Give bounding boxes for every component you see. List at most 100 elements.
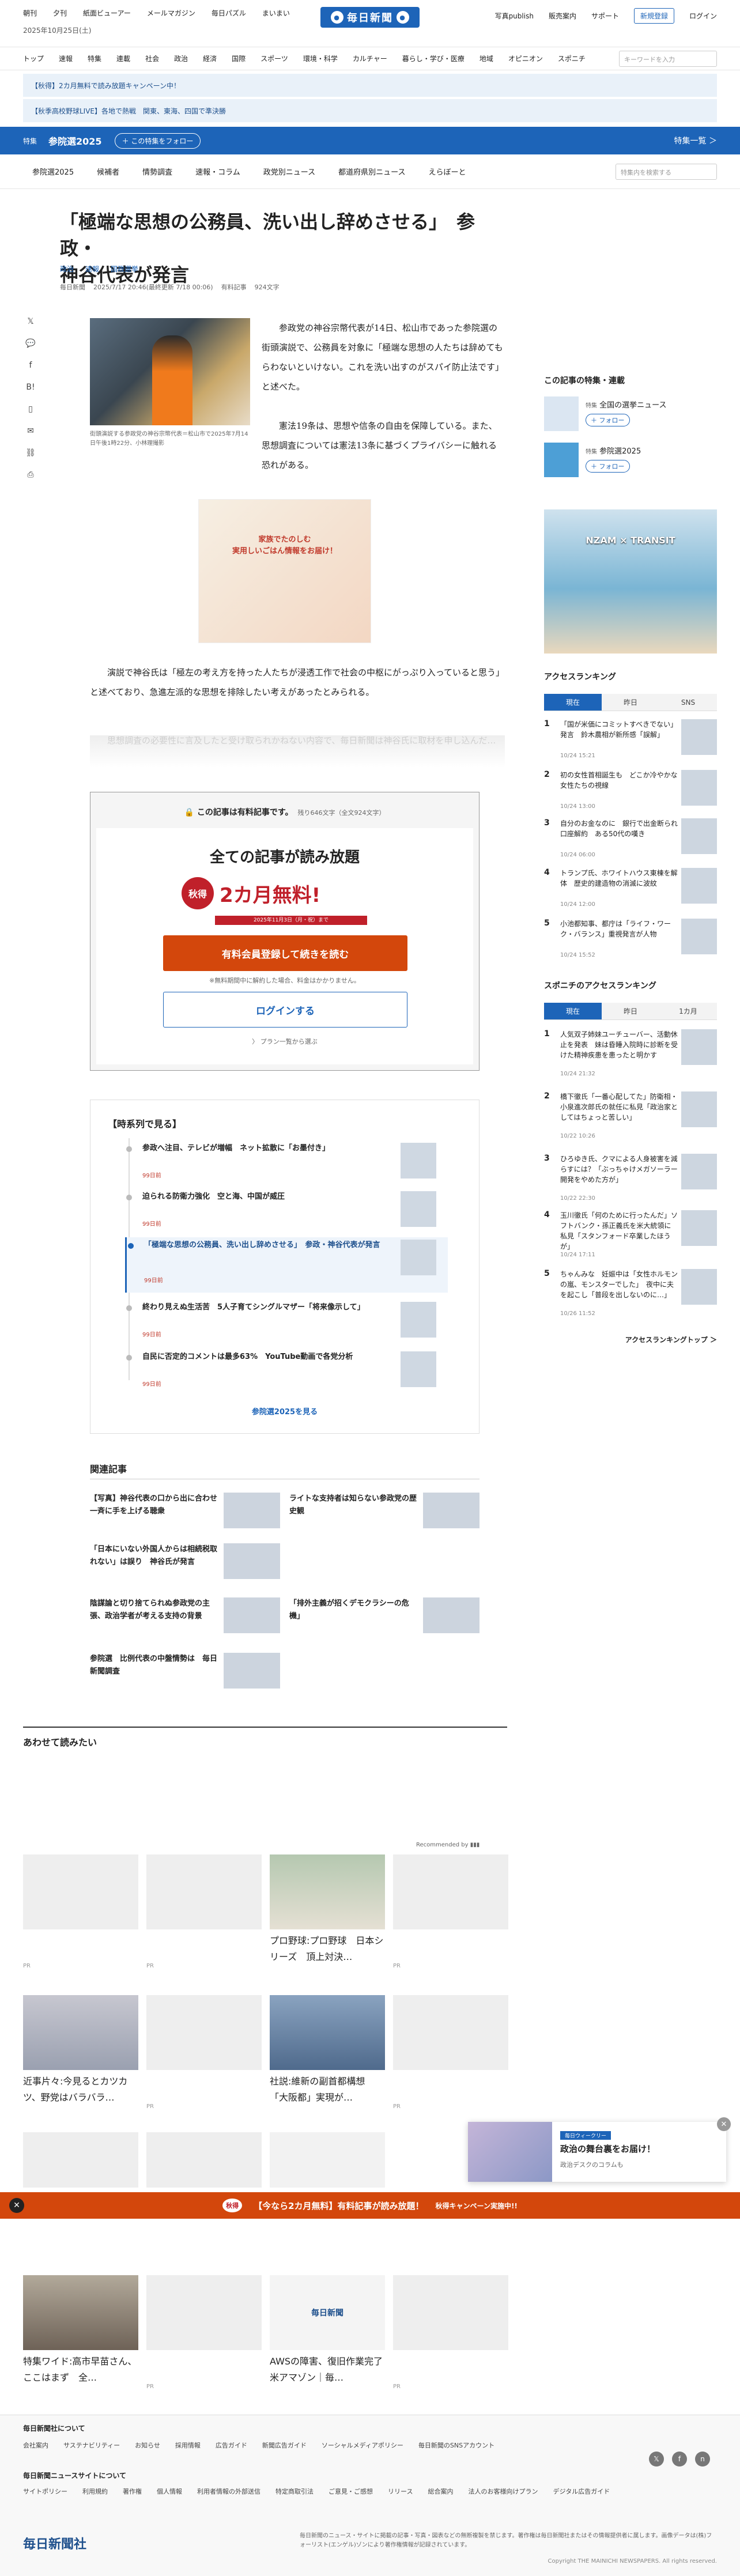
print-icon[interactable]: ⎙ (27, 470, 33, 479)
footer-link[interactable]: 特定商取引法 (275, 2487, 314, 2496)
subnav-eravote[interactable]: えらぼーと (428, 166, 466, 177)
plans-link[interactable]: 〉 プラン一覧から選ぶ (96, 1037, 473, 1046)
footer-link[interactable]: リリース (388, 2487, 413, 2496)
recommend-card[interactable]: 特集ワイド:高市早苗さん、ここはまず 全… (23, 2275, 138, 2386)
bookmark-icon[interactable]: ▯ (28, 405, 33, 414)
x-share-icon[interactable]: 𝕏 (27, 317, 33, 326)
footer-link[interactable]: 個人情報 (157, 2487, 182, 2496)
sidebar-advertisement[interactable]: NZAM × TRANSIT (544, 509, 717, 654)
site-search-input[interactable]: キーワードを入力 (619, 51, 717, 67)
hatena-icon[interactable]: B! (26, 383, 35, 392)
feature-follow-button[interactable]: ＋ フォロー (586, 414, 630, 426)
related-item[interactable]: 参院選 比例代表の中盤情勢は 毎日新聞調査 (90, 1653, 280, 1699)
feature-list-link[interactable]: 特集一覧 ＞ (674, 135, 717, 146)
cat-politics[interactable]: 政治 (174, 54, 188, 63)
subnav-columns[interactable]: 速報・コラム (195, 166, 240, 177)
recommend-card[interactable]: PR (23, 1854, 138, 1969)
subnav-candidates[interactable]: 候補者 (97, 166, 119, 177)
recommend-card[interactable]: 近事片々:今見るとカツカツ、野党はバラバラ… (23, 1995, 138, 2106)
footer-link[interactable]: 広告ガイド (216, 2441, 247, 2450)
cat-breaking[interactable]: 速報 (59, 54, 73, 63)
footer-link[interactable]: 著作権 (123, 2487, 142, 2496)
timeline-item[interactable]: 終わり見えぬ生活苦 5人子育てシングルマザー「将来像示して」 99日前 (125, 1300, 448, 1346)
ranking-more-link[interactable]: アクセスランキングトップ ＞ (544, 1335, 717, 1344)
header-link-morning[interactable]: 朝刊 (23, 8, 37, 18)
cat-sports[interactable]: スポーツ (260, 54, 288, 63)
recommend-card[interactable]: PR (146, 2275, 262, 2390)
spo-ranking-item[interactable]: 2 橋下徹氏「一番心配してた」防衛相・小泉進次郎氏の就任に私見「政治家としてはちょ… (544, 1091, 717, 1147)
recommend-card[interactable] (270, 2132, 385, 2191)
subnav-polls[interactable]: 情勢調査 (142, 166, 172, 177)
footer-link[interactable]: お知らせ (135, 2441, 160, 2450)
header-right-support[interactable]: サポート (591, 11, 619, 21)
note-icon[interactable]: n (695, 2452, 710, 2467)
footer-link[interactable]: 総合案内 (428, 2487, 453, 2496)
footer-link[interactable]: 新聞広告ガイド (262, 2441, 307, 2450)
promo-banner-1[interactable]: 【秋得】2カ月無料で読み放題キャンペーン中！ (23, 74, 717, 97)
cat-feature[interactable]: 特集 (88, 54, 101, 63)
subscribe-button[interactable]: 有料会員登録して続きを読む (163, 935, 407, 971)
header-link-mail[interactable]: メールマガジン (147, 8, 195, 18)
cat-series[interactable]: 連載 (116, 54, 130, 63)
footer-link[interactable]: 利用者情報の外部送信 (197, 2487, 260, 2496)
subnav-parties[interactable]: 政党別ニュース (263, 166, 315, 177)
recommend-card[interactable]: 毎日新聞 AWSの障害、復旧作業完了 米アマゾン｜毎… (270, 2275, 392, 2386)
recommend-card[interactable]: PR (146, 1995, 262, 2110)
feature-follow-button[interactable]: ＋ フォロー (586, 460, 630, 473)
mail-icon[interactable]: ✉ (27, 426, 34, 436)
footer-link[interactable]: ご意見・ご感想 (329, 2487, 373, 2496)
recommend-card[interactable]: プロ野球:プロ野球 日本シリーズ 頂上対決… (270, 1854, 385, 1965)
ranking-item[interactable]: 3 自分のお金なのに 銀行で出金断られ口座解約 ある50代の嘆き 10/24 06:… (544, 818, 717, 864)
link-icon[interactable]: ⛓ (25, 448, 36, 458)
spo-tab-now[interactable]: 現在 (544, 1003, 602, 1019)
close-icon[interactable]: ✕ (9, 2198, 24, 2213)
recommend-card[interactable]: PR (393, 2275, 508, 2390)
promo-banner-2[interactable]: 【秋季高校野球LIVE】各地で熱戦 関東、東海、四国で準決勝 (23, 99, 717, 122)
recommend-card[interactable] (146, 2132, 262, 2191)
recommend-card[interactable]: 社説:維新の副首都構想 「大阪都」実現が… (270, 1995, 385, 2106)
header-right-photo[interactable]: 写真publish (495, 11, 534, 21)
cat-sponichi[interactable]: スポニチ (558, 54, 586, 63)
feature-follow-button[interactable]: ＋ この特集をフォロー (114, 133, 201, 149)
header-link-puzzle[interactable]: 毎日パズル (212, 8, 246, 18)
advertisement[interactable]: 家族でたのしむ 実用しいごはん情報をお届け！ (198, 499, 371, 643)
facebook-icon[interactable]: f (672, 2452, 687, 2467)
footer-logo[interactable]: 毎日新聞社 (23, 2534, 86, 2552)
recommend-card[interactable]: PR (393, 1995, 508, 2110)
cat-science[interactable]: 環境・科学 (303, 54, 338, 63)
tab-yesterday[interactable]: 昨日 (602, 694, 659, 711)
timeline-item[interactable]: 迫られる防衛力強化 空と海、中国が威圧 99日前 (125, 1189, 448, 1235)
footer-link[interactable]: 採用情報 (175, 2441, 201, 2450)
login-link[interactable]: ログイン (689, 11, 717, 21)
tab-sns[interactable]: SNS (659, 694, 717, 711)
sidebar-feature-item[interactable]: 特集 全国の選挙ニュース＋ フォロー (544, 396, 717, 431)
cat-region[interactable]: 地域 (480, 54, 493, 63)
tab-now[interactable]: 現在 (544, 694, 602, 711)
ranking-item[interactable]: 5 小池都知事、都庁は「ライフ・ワーク・バランス」重視発言が人物 10/24 15:… (544, 919, 717, 965)
related-item[interactable]: 陰謀論と切り捨てられぬ参政党の主張、政治学者が考える支持の背景 (90, 1597, 280, 1644)
header-link-maimai[interactable]: まいまい (262, 8, 290, 18)
related-item[interactable]: 【写真】神谷代表の口から出に合わせ一斉に手を上げる聴衆 (90, 1493, 280, 1539)
ranking-item[interactable]: 1 「国が米価にコミットすべきでない」発言 鈴木農相が新所感「誤解」 10/24 1… (544, 719, 717, 765)
cat-life[interactable]: 暮らし・学び・医療 (402, 54, 465, 63)
cat-economy[interactable]: 経済 (203, 54, 217, 63)
footer-link[interactable]: サイトポリシー (23, 2487, 67, 2496)
cat-international[interactable]: 国際 (232, 54, 246, 63)
footer-link[interactable]: 利用規約 (82, 2487, 108, 2496)
spo-ranking-item[interactable]: 1 人気双子姉妹ユーチューバー、活動休止を発表 妹は昏睡入院時に診断を受けた精神疾… (544, 1029, 717, 1085)
header-link-viewer[interactable]: 紙面ビューアー (83, 8, 131, 18)
ranking-item[interactable]: 4 トランプ氏、ホワイトハウス東棟を解体 歴史的建造物の消滅に波紋 10/24 12… (544, 868, 717, 914)
cat-society[interactable]: 社会 (145, 54, 159, 63)
footer-link[interactable]: 法人のお客様向けプラン (468, 2487, 538, 2496)
header-right-sales[interactable]: 販売案内 (549, 11, 576, 21)
related-item[interactable]: 「排外主義が招くデモクラシーの危機」 (289, 1597, 480, 1644)
recommend-card[interactable]: PR (393, 1854, 508, 1969)
recommend-card[interactable]: PR (146, 1854, 262, 1969)
cat-top[interactable]: トップ (23, 54, 44, 63)
site-logo[interactable]: ● 毎日新聞 ● (320, 7, 420, 28)
feature-search-input[interactable]: 特集内を検索する (616, 164, 717, 180)
footer-link[interactable]: 毎日新聞のSNSアカウント (418, 2441, 494, 2450)
x-icon[interactable]: 𝕏 (649, 2452, 664, 2467)
comment-icon[interactable]: 💬 (25, 339, 35, 348)
ranking-item[interactable]: 2 初の女性首相誕生も どこか冷やかな女性たちの視線 10/24 13:00 (544, 770, 717, 816)
